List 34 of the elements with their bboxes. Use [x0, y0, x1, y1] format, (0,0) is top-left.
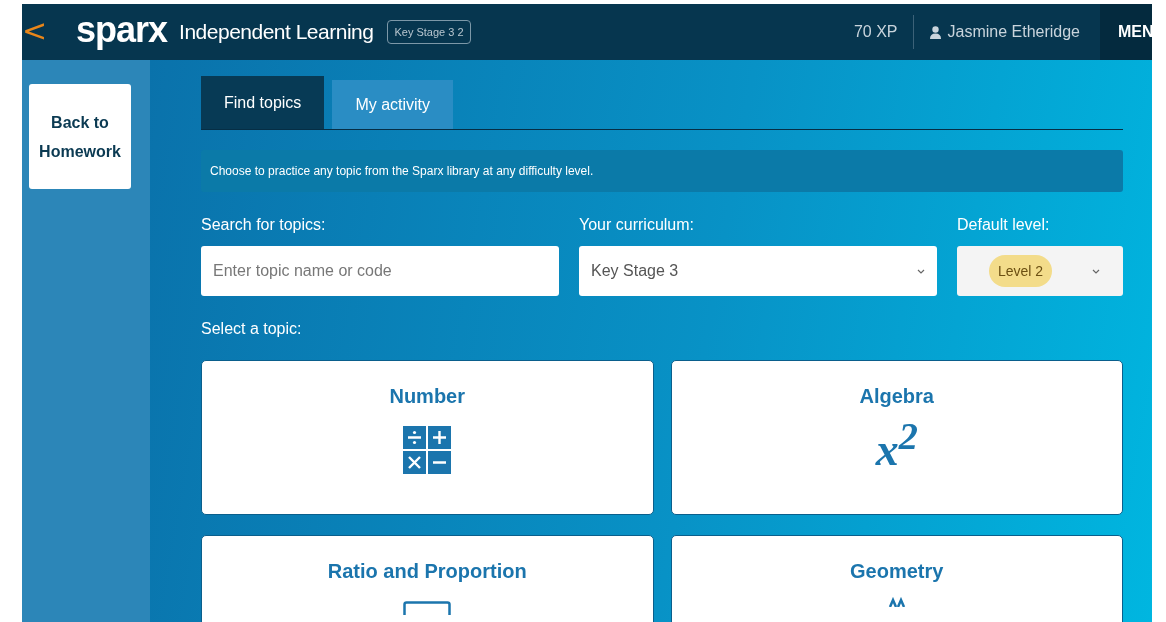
info-banner: Choose to practice any topic from the Sparx library at any difficulty level. — [201, 150, 1123, 192]
calculator-icon — [403, 426, 452, 474]
topic-card[interactable]: Geometry — [670, 535, 1123, 622]
section-label: Select a topic: — [201, 320, 303, 338]
user-icon — [930, 25, 942, 39]
menu-button[interactable]: MEN — [1100, 4, 1152, 60]
back-to-homework-button[interactable]: Back to Homework — [29, 84, 131, 189]
user-name[interactable]: Jasmine Etheridge — [947, 23, 1080, 41]
topic-name: Geometry — [850, 560, 944, 583]
chevron-icon — [917, 268, 925, 274]
topic-card[interactable]: Ratio and Proportion — [201, 535, 654, 622]
ratio-icon — [403, 601, 452, 615]
chevron-icon — [1092, 268, 1101, 274]
search-field[interactable]: Enter topic name or code — [201, 246, 559, 296]
xp-count: 70 XP — [853, 23, 898, 41]
topic-card[interactable]: Algebra x$^{2}$ — [670, 360, 1123, 515]
field-label: Search for topics: — [201, 216, 327, 234]
level-pill: Level 2 — [989, 255, 1053, 287]
logo: sparx — [76, 9, 168, 52]
field-label: Your curriculum: — [579, 216, 695, 234]
topic-name: Ratio and Proportion — [327, 560, 527, 583]
algebra-icon: x$^{2}$ — [875, 414, 918, 477]
tab[interactable]: Find topics — [201, 76, 325, 129]
topic-name: Algebra — [859, 385, 934, 408]
tab[interactable]: My activity — [332, 80, 454, 129]
geometry-icon — [886, 597, 907, 607]
app-title: Independent Learning — [179, 20, 374, 44]
field-label: Default level: — [957, 216, 1051, 234]
topic-name: Number — [389, 385, 466, 408]
level-dropdown[interactable]: Level 2 — [957, 246, 1123, 296]
back-button[interactable]: < — [22, 12, 72, 52]
curriculum-dropdown[interactable]: Key Stage 3 — [579, 246, 937, 296]
stage-badge: Key Stage 3 2 — [387, 20, 471, 44]
topic-card[interactable]: Number — [201, 360, 654, 515]
